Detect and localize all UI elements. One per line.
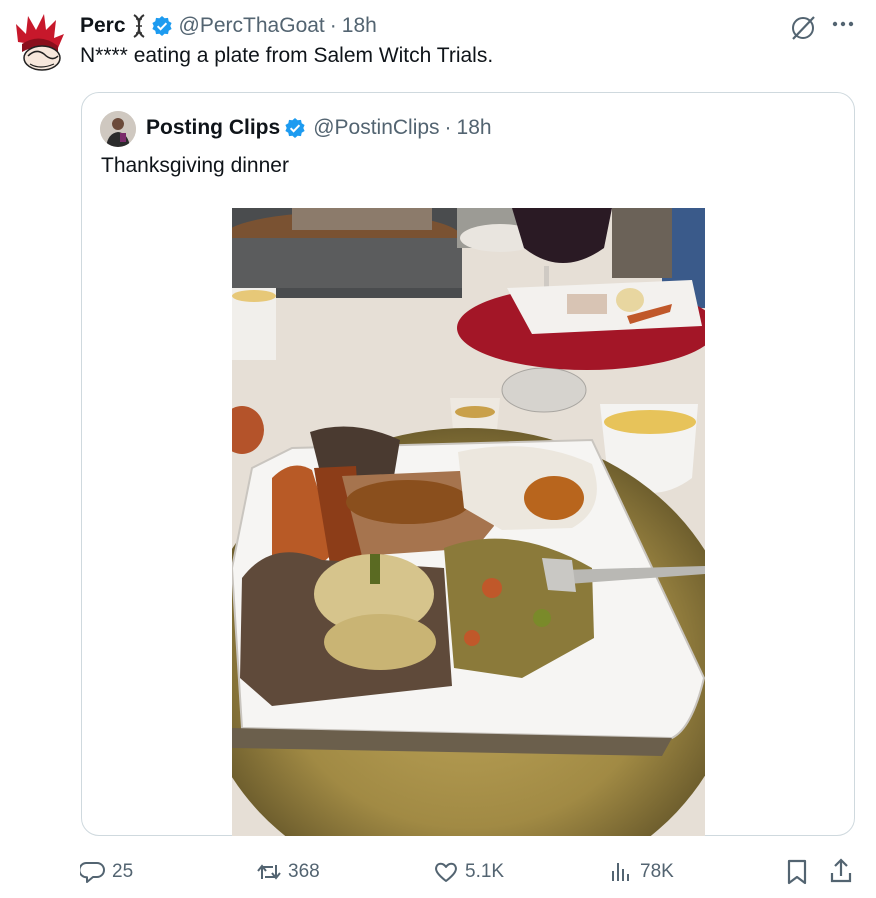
quoted-author-name[interactable]: Posting Clips (146, 116, 280, 140)
verified-badge-icon (151, 16, 172, 36)
share-icon[interactable] (828, 857, 854, 885)
repost-button[interactable]: 368 (256, 858, 320, 886)
grok-icon[interactable] (789, 14, 817, 42)
reply-count: 25 (112, 861, 134, 882)
dot-separator: · (329, 14, 337, 37)
view-count: 78K (640, 861, 674, 882)
quoted-timestamp[interactable]: 18h (457, 116, 492, 140)
author-row: Perc @PercThaGoat · 18h (80, 12, 377, 40)
quoted-tweet-text: Thanksgiving dinner (101, 154, 289, 177)
repost-count: 368 (288, 861, 320, 882)
reply-button[interactable]: 25 (80, 858, 133, 886)
reply-icon (80, 862, 105, 883)
dna-emoji-icon (132, 14, 145, 38)
like-count: 5.1K (465, 861, 505, 882)
author-avatar[interactable] (14, 12, 66, 72)
views-button[interactable]: 78K (608, 858, 674, 886)
author-handle[interactable]: @PercThaGoat (179, 14, 325, 38)
tweet-text: N**** eating a plate from Salem Witch Tr… (80, 44, 494, 67)
verified-badge-icon (285, 118, 305, 138)
more-dots-icon[interactable] (832, 20, 854, 28)
thanksgiving-plate-photo[interactable] (232, 208, 705, 836)
quoted-author-handle[interactable]: @PostinClips (313, 116, 439, 140)
dot-separator: · (444, 116, 452, 139)
quoted-author-avatar[interactable] (100, 111, 136, 147)
heart-icon (435, 862, 457, 882)
repost-icon (257, 864, 281, 880)
author-name[interactable]: Perc (80, 14, 126, 38)
bookmark-icon[interactable] (784, 858, 810, 886)
quoted-author-row: Posting Clips @PostinClips · 18h (146, 114, 492, 142)
views-chart-icon (612, 863, 629, 881)
like-button[interactable]: 5.1K (433, 858, 504, 886)
tweet-timestamp[interactable]: 18h (342, 14, 377, 38)
